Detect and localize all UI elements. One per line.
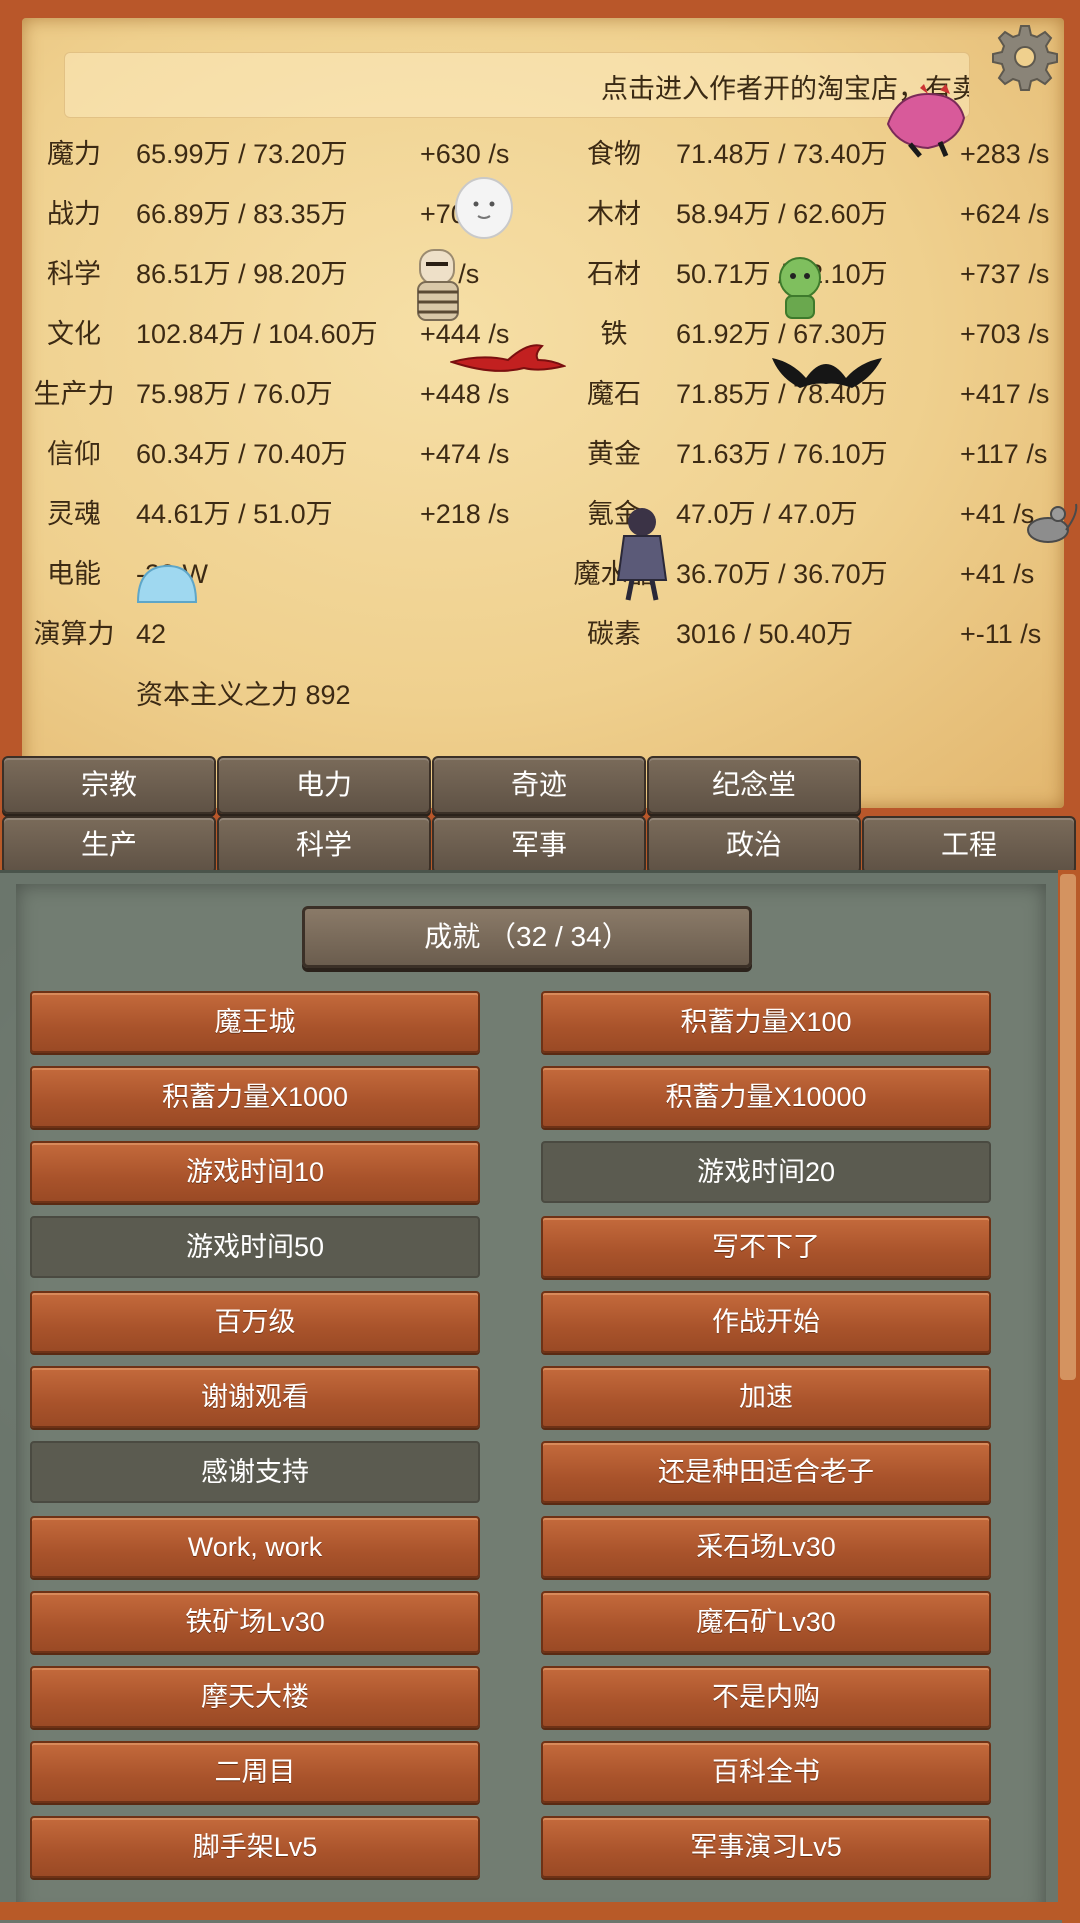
tab-button[interactable]: 军事 [432, 816, 646, 874]
resource-rate: +703 /s [960, 319, 1050, 349]
bat-sprite [772, 358, 882, 388]
resource-amount: 65.99万 / 73.20万 [136, 139, 348, 169]
resource-name: 科学 [47, 259, 101, 289]
achievement-button[interactable]: 积蓄力量X10000 [541, 1066, 991, 1128]
resource-name: 食物 [587, 139, 641, 169]
achievement-button[interactable]: 摩天大楼 [30, 1666, 480, 1728]
resource-amount: 86.51万 / 98.20万 [136, 259, 348, 289]
achievement-button[interactable]: 百科全书 [541, 1741, 991, 1803]
resource-name: 魔力 [47, 139, 101, 169]
resource-name: 木材 [587, 199, 641, 229]
mummy-sprite [417, 249, 459, 321]
ghost-sprite [455, 177, 513, 239]
resource-amount: 75.98万 / 76.0万 [136, 379, 333, 409]
resource-rate: +474 /s [420, 439, 510, 469]
capitalism-power: 资本主义之力 892 [136, 680, 351, 710]
resource-amount: 66.89万 / 83.35万 [136, 199, 348, 229]
resource-amount: 60.34万 / 70.40万 [136, 439, 348, 469]
bottom-frame [0, 1902, 1080, 1920]
resource-rate: +417 /s [960, 379, 1050, 409]
achievement-button[interactable]: 写不下了 [541, 1216, 991, 1278]
achievement-button[interactable]: 采石场Lv30 [541, 1516, 991, 1578]
red-dragon-sprite [450, 344, 566, 372]
resource-rate: +283 /s [960, 139, 1050, 169]
resource-amount: 58.94万 / 62.60万 [676, 199, 888, 229]
tab-button[interactable]: 奇迹 [432, 756, 646, 814]
resource-amount: 44.61万 / 51.0万 [136, 499, 333, 529]
resource-amount: 71.48万 / 73.40万 [676, 139, 888, 169]
resource-name: 演算力 [33, 619, 115, 649]
resource-rate: +737 /s [960, 259, 1050, 289]
gear-icon [992, 25, 1058, 91]
resource-amount: 71.63万 / 76.10万 [676, 439, 888, 469]
achievement-button[interactable]: 游戏时间20 [541, 1141, 991, 1203]
green-goblin-sprite [779, 257, 821, 319]
tab-button[interactable]: 工程 [862, 816, 1076, 874]
resource-name: 电能 [47, 559, 101, 589]
resource-name: 魔石 [587, 379, 641, 409]
resource-name: 生产力 [33, 379, 115, 409]
resource-name: 黄金 [587, 439, 641, 469]
achievement-button[interactable]: 游戏时间10 [30, 1141, 480, 1203]
resource-name: 灵魂 [47, 499, 101, 529]
achievement-button[interactable]: 谢谢观看 [30, 1366, 480, 1428]
achievement-button[interactable]: 游戏时间50 [30, 1216, 480, 1278]
achievement-button[interactable]: 铁矿场Lv30 [30, 1591, 480, 1653]
resource-amount: 102.84万 / 104.60万 [136, 319, 378, 349]
achievement-button[interactable]: 军事演习Lv5 [541, 1816, 991, 1878]
tab-button[interactable]: 纪念堂 [647, 756, 861, 814]
tab-button[interactable]: 生产 [2, 816, 216, 874]
resource-rate: +624 /s [960, 199, 1050, 229]
achievement-button[interactable]: 魔王城 [30, 991, 480, 1053]
pink-demon-beast-sprite [886, 84, 966, 158]
tab-button[interactable]: 科学 [217, 816, 431, 874]
shop-marquee[interactable]: 点击进入作者开的淘宝店，有卖 [64, 52, 970, 118]
resource-rate: +-11 /s [960, 619, 1042, 649]
achievement-button[interactable]: 积蓄力量X100 [541, 991, 991, 1053]
scrollbar-thumb[interactable] [1060, 874, 1076, 1380]
resource-rate: +41 /s [960, 559, 1035, 589]
achievement-button[interactable]: 加速 [541, 1366, 991, 1428]
achievement-button[interactable]: 积蓄力量X1000 [30, 1066, 480, 1128]
resource-amount: 61.92万 / 67.30万 [676, 319, 888, 349]
achievement-button[interactable]: 感谢支持 [30, 1441, 480, 1503]
resource-amount: 42 [136, 619, 167, 649]
achievement-button[interactable]: 作战开始 [541, 1291, 991, 1353]
achievements-title: 成就 （32 / 34） [302, 906, 752, 968]
resource-rate: +630 /s [420, 139, 510, 169]
achievement-button[interactable]: Work, work [30, 1516, 480, 1578]
resource-name: 碳素 [587, 619, 641, 649]
settings-button[interactable] [990, 22, 1060, 92]
resource-name: 信仰 [47, 439, 101, 469]
resource-amount: 47.0万 / 47.0万 [676, 499, 858, 529]
tab-button[interactable]: 电力 [217, 756, 431, 814]
resource-amount: 3016 / 50.40万 [676, 619, 854, 649]
resource-amount: 36.70万 / 36.70万 [676, 559, 888, 589]
resource-name: 战力 [47, 199, 101, 229]
achievement-button[interactable]: 脚手架Lv5 [30, 1816, 480, 1878]
resource-rate: +117 /s [960, 439, 1048, 469]
resource-name: 铁 [600, 319, 628, 349]
witch-knight-sprite [616, 508, 668, 601]
resource-name: 石材 [587, 259, 641, 289]
slime-sprite [136, 564, 198, 603]
resource-name: 文化 [47, 319, 101, 349]
rat-sprite [1027, 503, 1078, 543]
achievement-button[interactable]: 不是内购 [541, 1666, 991, 1728]
tab-button[interactable]: 宗教 [2, 756, 216, 814]
tab-button[interactable]: 政治 [647, 816, 861, 874]
achievement-button[interactable]: 百万级 [30, 1291, 480, 1353]
achievement-button[interactable]: 还是种田适合老子 [541, 1441, 991, 1503]
achievement-button[interactable]: 魔石矿Lv30 [541, 1591, 991, 1653]
resource-rate: +218 /s [420, 499, 510, 529]
resource-rate: +448 /s [420, 379, 510, 409]
achievement-button[interactable]: 二周目 [30, 1741, 480, 1803]
